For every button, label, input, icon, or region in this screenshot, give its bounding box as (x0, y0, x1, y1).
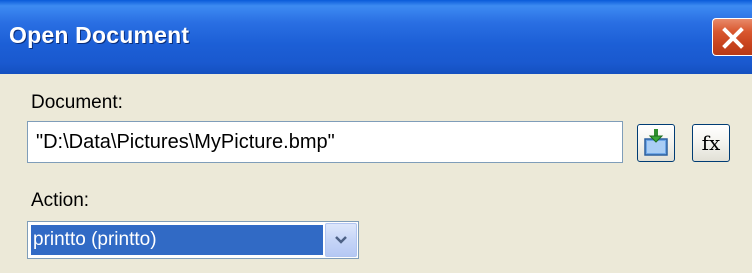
chevron-down-icon (335, 236, 347, 244)
dropdown-button[interactable] (325, 223, 357, 257)
close-icon (722, 27, 744, 49)
document-path-field[interactable]: "D:\Data\Pictures\MyPicture.bmp" (27, 121, 623, 163)
action-selected-value: printto (printto) (31, 225, 323, 255)
fx-label: fx (701, 131, 721, 155)
close-button[interactable] (712, 18, 752, 56)
document-label: Document: (31, 92, 123, 113)
browse-file-button[interactable] (637, 124, 675, 162)
open-file-icon (644, 129, 668, 156)
title-bar[interactable]: Open Document (0, 0, 752, 74)
dialog-title: Open Document (9, 22, 190, 48)
action-dropdown[interactable]: printto (printto) (27, 221, 359, 259)
open-document-dialog: Open Document Document: "D:\Data\Picture… (0, 0, 752, 273)
function-button[interactable]: fx (692, 124, 730, 162)
action-label: Action: (31, 190, 90, 211)
